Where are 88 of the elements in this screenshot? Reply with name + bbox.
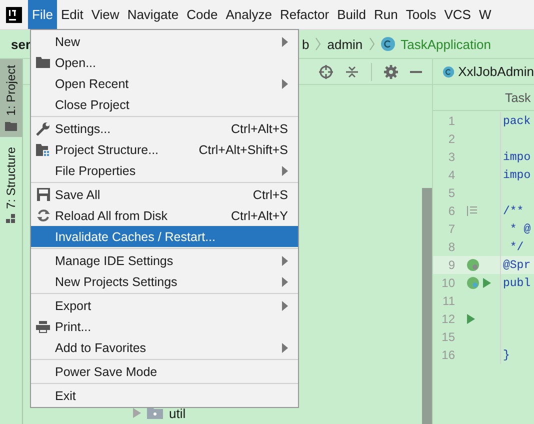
menu-bar-item[interactable]: File xyxy=(28,0,57,29)
line-number: 1 xyxy=(447,114,455,128)
bean-icon[interactable] xyxy=(467,277,479,289)
reload-icon xyxy=(36,209,50,222)
line-number: 7 xyxy=(447,222,455,236)
folder-icon xyxy=(36,57,50,68)
folder-icon xyxy=(5,120,17,131)
menu-bar-item[interactable]: Build xyxy=(333,0,370,29)
menu-item[interactable]: Open... xyxy=(31,52,298,73)
grid-icon xyxy=(6,214,16,224)
line-number: 10 xyxy=(440,276,455,290)
menu-item[interactable]: Print... xyxy=(31,316,298,337)
shortcut-text: Ctrl+Alt+Y xyxy=(231,208,288,222)
locate-icon[interactable] xyxy=(319,64,333,78)
menu-item[interactable]: Open Recent xyxy=(31,73,298,94)
run-icon[interactable] xyxy=(467,314,475,324)
line-number: 5 xyxy=(447,186,455,200)
folder-icon xyxy=(147,407,163,419)
class-icon xyxy=(443,64,454,78)
code-text: pack xyxy=(502,114,531,128)
menu-item[interactable]: Save All Ctrl+S xyxy=(31,184,298,205)
line-number: 8 xyxy=(447,240,455,254)
menu-item[interactable]: New xyxy=(31,31,298,52)
shortcut-text: Ctrl+Alt+S xyxy=(231,122,288,136)
menu-bar-item[interactable]: VCS xyxy=(440,0,475,29)
app-logo-icon xyxy=(6,7,22,23)
run-icon[interactable] xyxy=(483,278,491,288)
menu-item[interactable]: Exit xyxy=(31,385,298,406)
menu-item[interactable]: New Projects Settings xyxy=(31,271,298,292)
breadcrumb-item[interactable]: b xyxy=(302,36,310,52)
menu-item[interactable]: Settings... Ctrl+Alt+S xyxy=(31,118,298,139)
editor-tab[interactable]: XxlJobAdmin xyxy=(433,59,534,85)
menu-item[interactable]: Manage IDE Settings xyxy=(31,250,298,271)
chevron-icon xyxy=(368,37,375,51)
menu-bar-item[interactable]: Code xyxy=(182,0,222,29)
line-number: 4 xyxy=(447,168,455,182)
menu-bar-item[interactable]: Tools xyxy=(402,0,440,29)
menu-item[interactable]: Project Structure... Ctrl+Alt+Shift+S xyxy=(31,139,298,160)
line-number: 11 xyxy=(442,294,455,308)
menu-bar-item[interactable]: View xyxy=(87,0,124,29)
shortcut-text: Ctrl+S xyxy=(252,188,288,202)
menu-item[interactable]: Reload All from Disk Ctrl+Alt+Y xyxy=(31,205,298,226)
line-number: 3 xyxy=(447,150,455,164)
code-text: impo xyxy=(502,168,531,182)
code-text: } xyxy=(502,348,510,362)
menu-bar-item[interactable]: Run xyxy=(370,0,402,29)
code-text: * @ xyxy=(508,222,531,236)
menu-item[interactable]: Close Project xyxy=(31,94,298,115)
line-number: 12 xyxy=(440,312,455,326)
printer-icon xyxy=(36,320,50,332)
settings-icon[interactable] xyxy=(384,64,398,78)
menu-item[interactable]: File Properties xyxy=(31,160,298,181)
menu-item[interactable]: Add to Favorites xyxy=(31,337,298,358)
shortcut-text: Ctrl+Alt+Shift+S xyxy=(198,142,288,156)
breadcrumb-item[interactable]: admin xyxy=(327,36,363,52)
tool-window-tab[interactable]: 7: Structure xyxy=(0,140,22,230)
line-number: 9 xyxy=(447,258,455,272)
tree-item-label[interactable]: util xyxy=(169,406,186,420)
menu-bar-item[interactable]: Analyze xyxy=(222,0,276,29)
line-number: 16 xyxy=(440,348,455,362)
bean-icon[interactable] xyxy=(467,259,479,271)
save-icon xyxy=(36,188,50,201)
editor-breadcrumb[interactable]: Task xyxy=(505,90,531,104)
line-number: 6 xyxy=(447,204,455,218)
line-number: 2 xyxy=(447,132,455,146)
menu-item[interactable]: Power Save Mode xyxy=(31,361,298,382)
code-text: publ xyxy=(502,276,531,290)
code-text: */ xyxy=(508,240,524,254)
scrollbar-thumb[interactable] xyxy=(422,188,432,424)
doc-comment-icon[interactable] xyxy=(467,206,477,216)
tool-window-tab[interactable]: 1: Project xyxy=(0,59,22,137)
code-text: impo xyxy=(502,150,531,164)
folder-grid-icon xyxy=(36,144,50,156)
code-text: @Spr xyxy=(502,258,531,272)
menu-bar-item[interactable]: W xyxy=(474,0,496,29)
minimize-icon[interactable] xyxy=(410,70,422,74)
code-text: /** xyxy=(502,204,524,218)
expand-arrow-icon[interactable] xyxy=(133,408,141,418)
chevron-icon xyxy=(315,37,322,51)
collapse-icon[interactable] xyxy=(345,64,359,78)
menu-bar-item[interactable]: Edit xyxy=(56,0,88,29)
menu-bar-item[interactable]: Refactor xyxy=(276,0,334,29)
menu-bar-item[interactable]: Navigate xyxy=(123,0,183,29)
menu-item[interactable]: Invalidate Caches / Restart... xyxy=(31,226,298,247)
class-icon xyxy=(380,37,395,51)
wrench-icon xyxy=(36,122,50,136)
line-number: 15 xyxy=(440,330,455,344)
menu-item[interactable]: Export xyxy=(31,295,298,316)
